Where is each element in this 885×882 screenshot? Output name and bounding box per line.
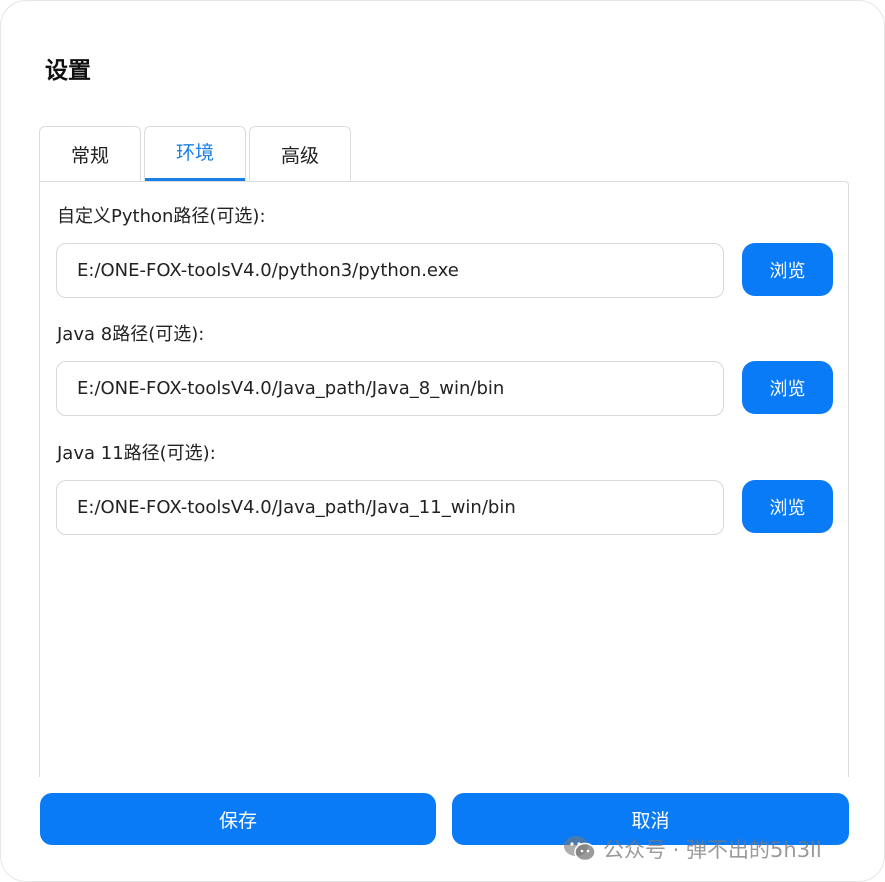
java11-browse-button[interactable]: 浏览 — [742, 480, 833, 533]
watermark-text: 公众号 · 弹不出的5h3ll — [603, 838, 822, 862]
dialog-title: 设置 — [45, 58, 91, 84]
settings-dialog: 设置 常规 环境 高级 自定义Python路径(可选): 浏览 Java 8路径… — [0, 0, 885, 882]
wechat-icon — [564, 836, 596, 862]
watermark: 公众号 · 弹不出的5h3ll — [563, 832, 822, 866]
java8-path-label: Java 8路径(可选): — [57, 324, 205, 345]
java8-path-input[interactable] — [56, 361, 724, 416]
java8-browse-button[interactable]: 浏览 — [742, 361, 833, 414]
java11-path-label: Java 11路径(可选): — [57, 443, 216, 464]
python-path-input[interactable] — [56, 243, 724, 298]
tab-advanced[interactable]: 高级 — [249, 126, 351, 181]
environment-panel: 自定义Python路径(可选): 浏览 Java 8路径(可选): 浏览 Jav… — [39, 181, 849, 777]
tab-general[interactable]: 常规 — [39, 126, 141, 181]
java11-path-input[interactable] — [56, 480, 724, 535]
python-browse-button[interactable]: 浏览 — [742, 243, 833, 296]
save-button[interactable]: 保存 — [40, 793, 436, 845]
python-path-label: 自定义Python路径(可选): — [57, 206, 266, 227]
tab-environment[interactable]: 环境 — [144, 126, 246, 181]
